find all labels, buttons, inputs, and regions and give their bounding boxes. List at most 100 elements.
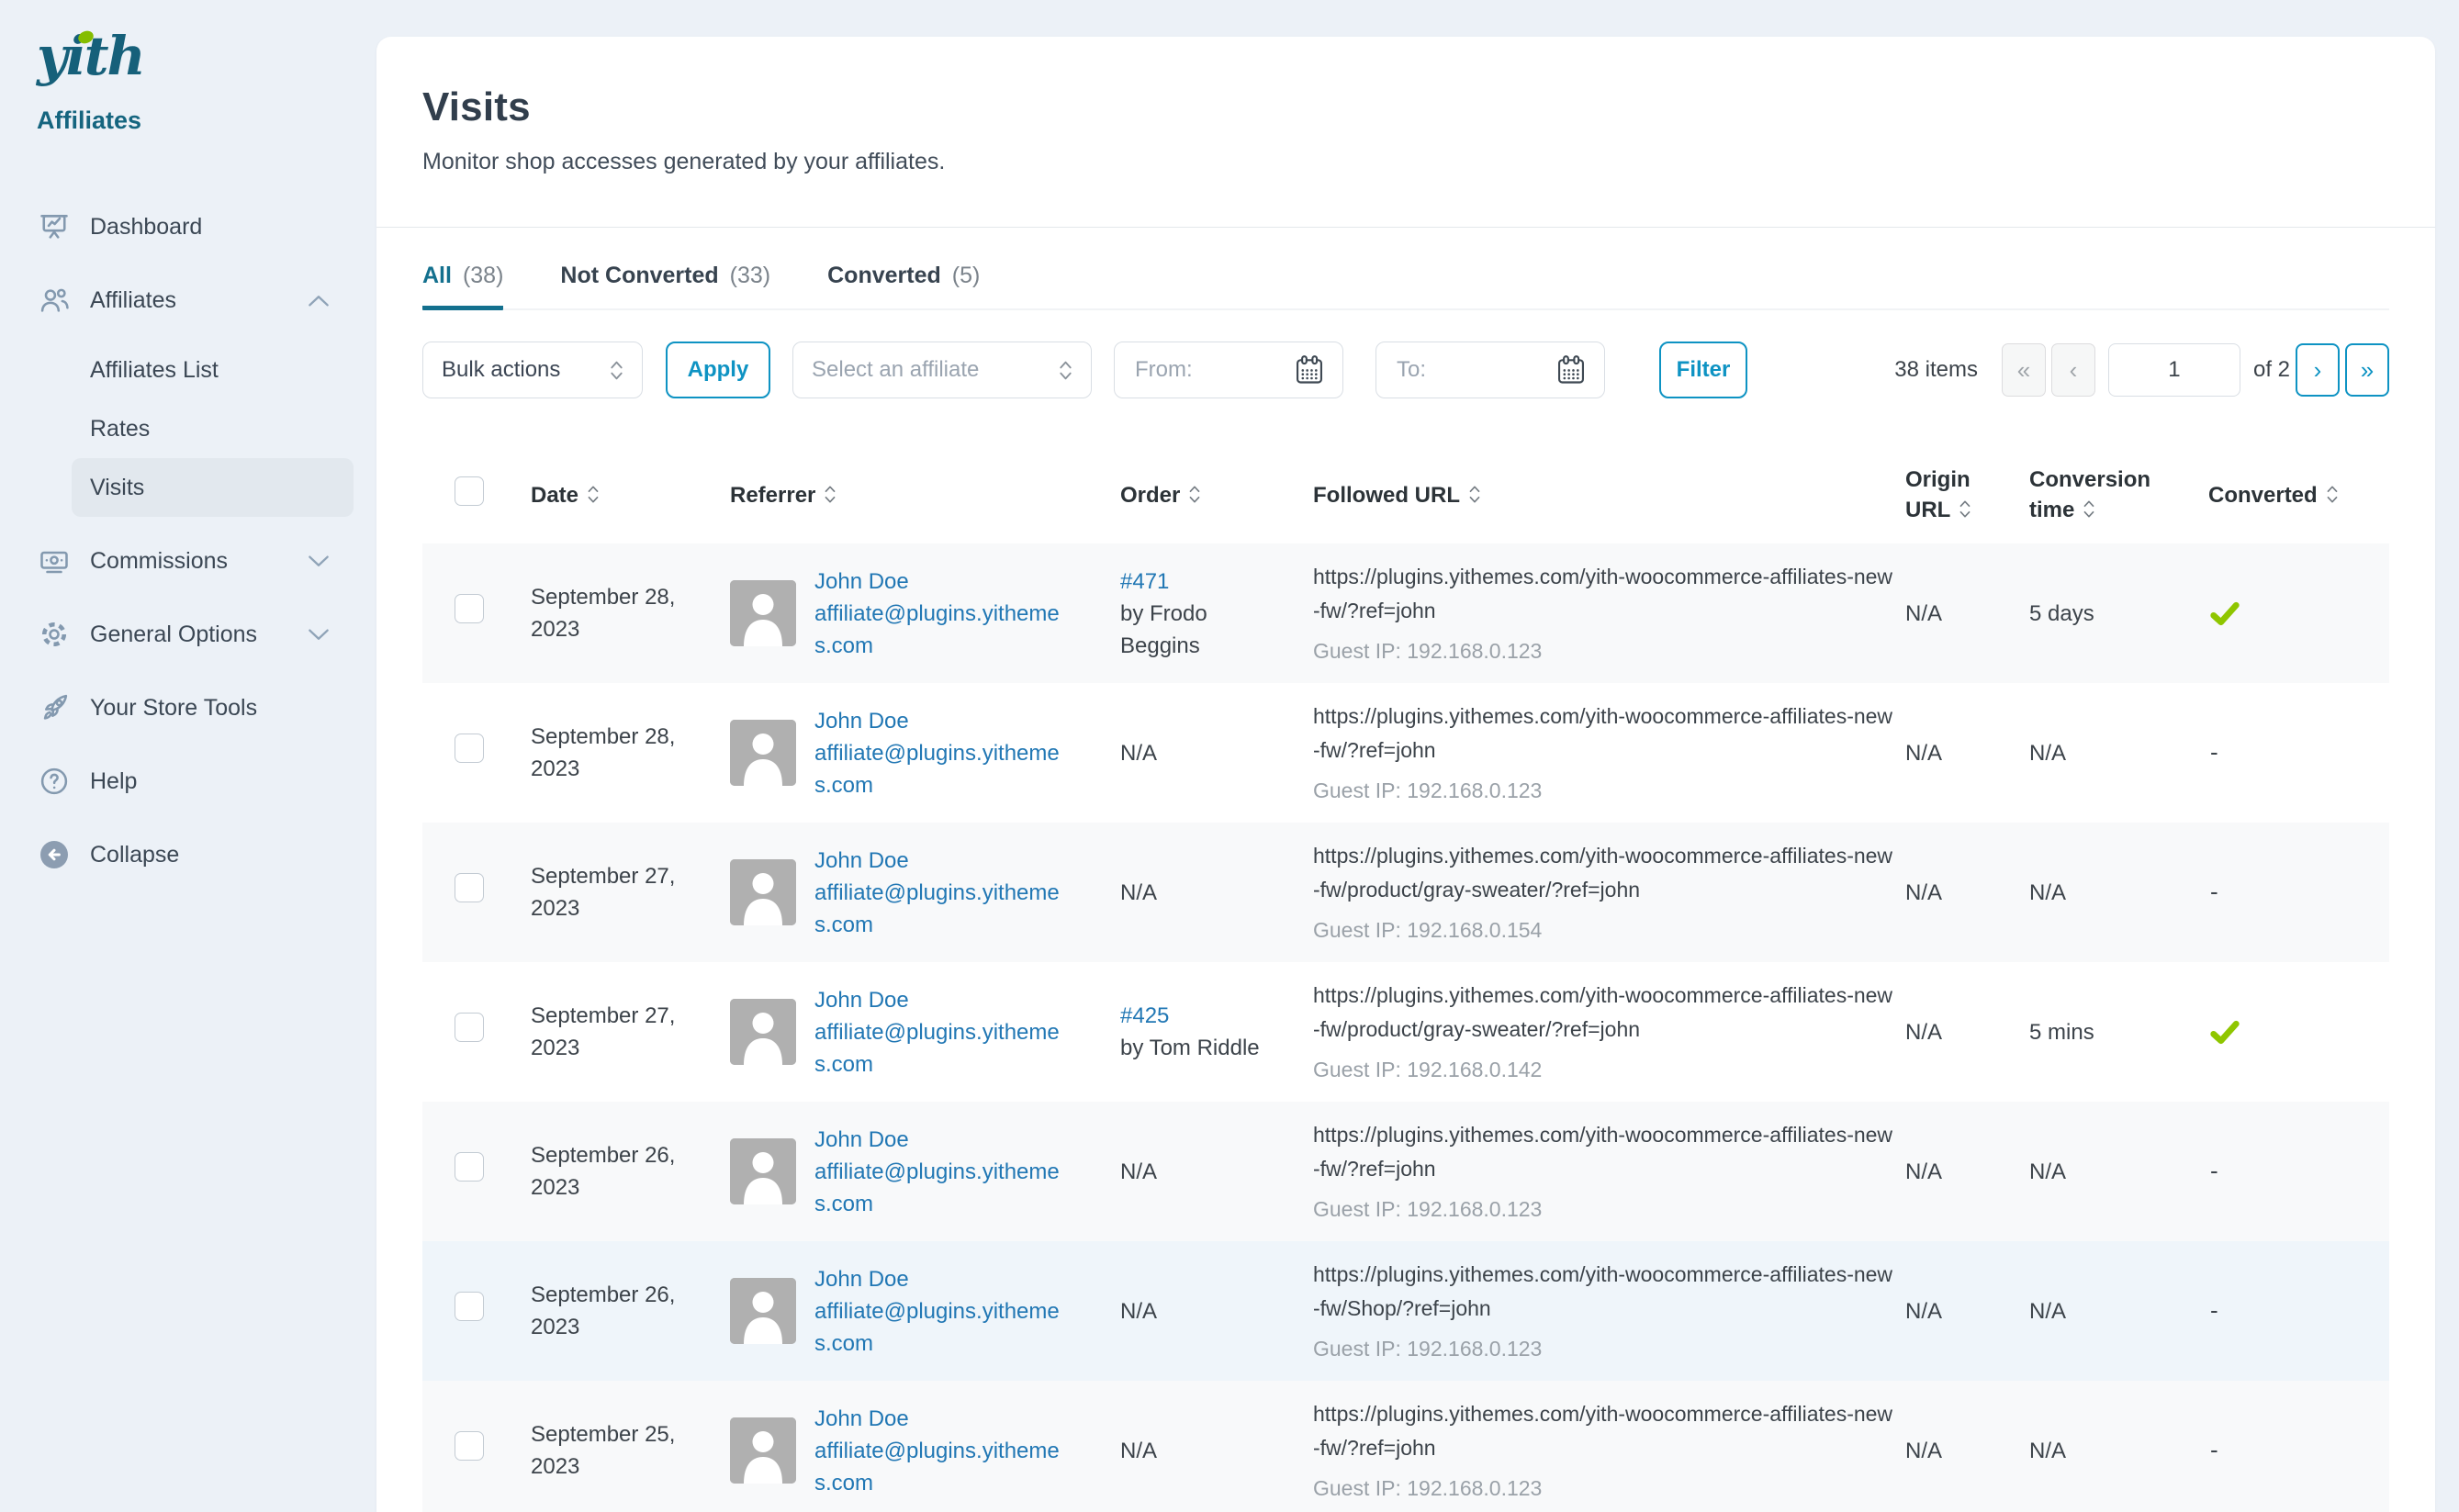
affiliate-name-link[interactable]: John Doe [814,1403,1069,1435]
guest-ip: Guest IP: 192.168.0.123 [1313,775,1892,807]
apply-button[interactable]: Apply [666,342,770,398]
help-icon [37,764,72,799]
referrer-cell: John Doe affiliate@plugins.yithemes.com [730,1124,1120,1220]
sidebar-item-collapse[interactable]: Collapse [0,818,376,891]
last-page-button[interactable]: » [2345,343,2389,397]
affiliate-name-link[interactable]: John Doe [814,705,1069,737]
row-checkbox[interactable] [455,1152,484,1182]
tab-not-converted[interactable]: Not Converted (33) [560,263,770,310]
calendar-icon[interactable] [1293,353,1326,386]
conversion-time: N/A [2029,1156,2208,1188]
first-page-button[interactable]: « [2002,343,2046,397]
column-header-date[interactable]: Date [531,480,730,510]
sidebar-item-rates[interactable]: Rates [72,399,354,458]
row-checkbox[interactable] [455,1013,484,1042]
converted-dash: - [2210,1436,2218,1463]
toolbar: Bulk actions Apply Select an affiliate [422,342,2389,398]
converted-cell: - [2208,876,2389,909]
current-page-input[interactable] [2108,343,2240,397]
order-na: N/A [1120,741,1157,766]
select-all-checkbox[interactable] [455,476,484,506]
affiliate-email-link[interactable]: affiliate@plugins.yithemes.com [814,1156,1069,1220]
affiliate-email-link[interactable]: affiliate@plugins.yithemes.com [814,877,1069,941]
bulk-actions-select[interactable]: Bulk actions [422,342,643,398]
affiliate-email-link[interactable]: affiliate@plugins.yithemes.com [814,1016,1069,1081]
followed-url: https://plugins.yithemes.com/yith-woocom… [1313,700,1893,767]
page-title: Visits [422,84,2389,130]
date-from-field[interactable] [1114,342,1343,398]
affiliate-name-link[interactable]: John Doe [814,845,1069,877]
affiliate-select[interactable]: Select an affiliate [792,342,1092,398]
gear-icon [37,617,72,652]
order-cell: #425 by Tom Riddle [1120,1000,1313,1064]
column-header-origin-url[interactable]: Origin URL [1905,465,2029,525]
items-count: 38 items [1894,357,1978,383]
row-checkbox[interactable] [455,1431,484,1461]
sidebar-item-label: Affiliates [90,287,176,314]
product-name: Affiliates [37,106,376,135]
affiliate-name-link[interactable]: John Doe [814,566,1069,598]
row-checkbox[interactable] [455,734,484,763]
column-header-order[interactable]: Order [1120,480,1313,510]
guest-ip: Guest IP: 192.168.0.123 [1313,1193,1892,1226]
origin-url: N/A [1905,598,2029,630]
affiliate-email-link[interactable]: affiliate@plugins.yithemes.com [814,1295,1069,1360]
affiliate-email-link[interactable]: affiliate@plugins.yithemes.com [814,598,1069,662]
sidebar-item-affiliates[interactable]: Affiliates [0,263,376,337]
followed-url-cell: https://plugins.yithemes.com/yith-woocom… [1313,560,1905,667]
table-row: September 26, 2023 John Doe affiliate@pl… [422,1102,2389,1241]
tab-count: (38) [463,263,503,289]
row-checkbox[interactable] [455,594,484,623]
order-na: N/A [1120,1159,1157,1184]
avatar [730,1417,796,1484]
tab-all[interactable]: All (38) [422,263,503,310]
followed-url-cell: https://plugins.yithemes.com/yith-woocom… [1313,1118,1905,1226]
row-checkbox[interactable] [455,1292,484,1321]
total-pages-label: of 2 [2253,357,2290,383]
followed-url-cell: https://plugins.yithemes.com/yith-woocom… [1313,839,1905,946]
sidebar-item-help[interactable]: Help [0,745,376,818]
avatar [730,720,796,786]
sidebar-item-general-options[interactable]: General Options [0,598,376,671]
conversion-time: 5 mins [2029,1016,2208,1048]
sidebar-item-your-store-tools[interactable]: Your Store Tools [0,671,376,745]
column-header-followed-url[interactable]: Followed URL [1313,480,1905,510]
affiliate-name-link[interactable]: John Doe [814,1263,1069,1295]
date-to-input[interactable] [1395,356,1555,384]
row-checkbox[interactable] [455,873,484,902]
sidebar-item-commissions[interactable]: Commissions [0,524,376,598]
next-page-button[interactable]: › [2296,343,2340,397]
referrer-cell: John Doe affiliate@plugins.yithemes.com [730,705,1120,801]
column-header-conversion-time[interactable]: Conversion time [2029,465,2208,525]
sort-icon [1188,483,1201,506]
previous-page-button[interactable]: ‹ [2051,343,2095,397]
sidebar: yith Affiliates Dashboard [0,0,376,1512]
sidebar-item-dashboard[interactable]: Dashboard [0,190,376,263]
date-from-input[interactable] [1133,356,1293,384]
order-customer: by Frodo Beggins [1120,601,1207,658]
calendar-icon[interactable] [1555,353,1588,386]
order-link[interactable]: #471 [1120,566,1267,598]
sidebar-item-affiliates-list[interactable]: Affiliates List [72,341,354,399]
tab-converted[interactable]: Converted (5) [827,263,980,310]
date-to-field[interactable] [1375,342,1605,398]
column-header-converted[interactable]: Converted [2208,480,2389,510]
header-divider [376,227,2435,228]
conversion-time: N/A [2029,877,2208,909]
sidebar-item-visits[interactable]: Visits [72,458,354,517]
visit-date: September 28, 2023 [531,581,730,645]
followed-url: https://plugins.yithemes.com/yith-woocom… [1313,1118,1893,1186]
affiliate-name-link[interactable]: John Doe [814,984,1069,1016]
main-panel: Visits Monitor shop accesses generated b… [376,37,2435,1512]
sort-icon [587,483,600,506]
affiliate-email-link[interactable]: affiliate@plugins.yithemes.com [814,1435,1069,1499]
followed-url: https://plugins.yithemes.com/yith-woocom… [1313,560,1893,628]
avatar [730,580,796,646]
order-link[interactable]: #425 [1120,1000,1267,1032]
column-header-referrer[interactable]: Referrer [730,480,1120,510]
affiliate-name-link[interactable]: John Doe [814,1124,1069,1156]
affiliate-email-link[interactable]: affiliate@plugins.yithemes.com [814,737,1069,801]
order-customer: by Tom Riddle [1120,1036,1260,1060]
filter-button[interactable]: Filter [1659,342,1747,398]
avatar [730,1278,796,1344]
